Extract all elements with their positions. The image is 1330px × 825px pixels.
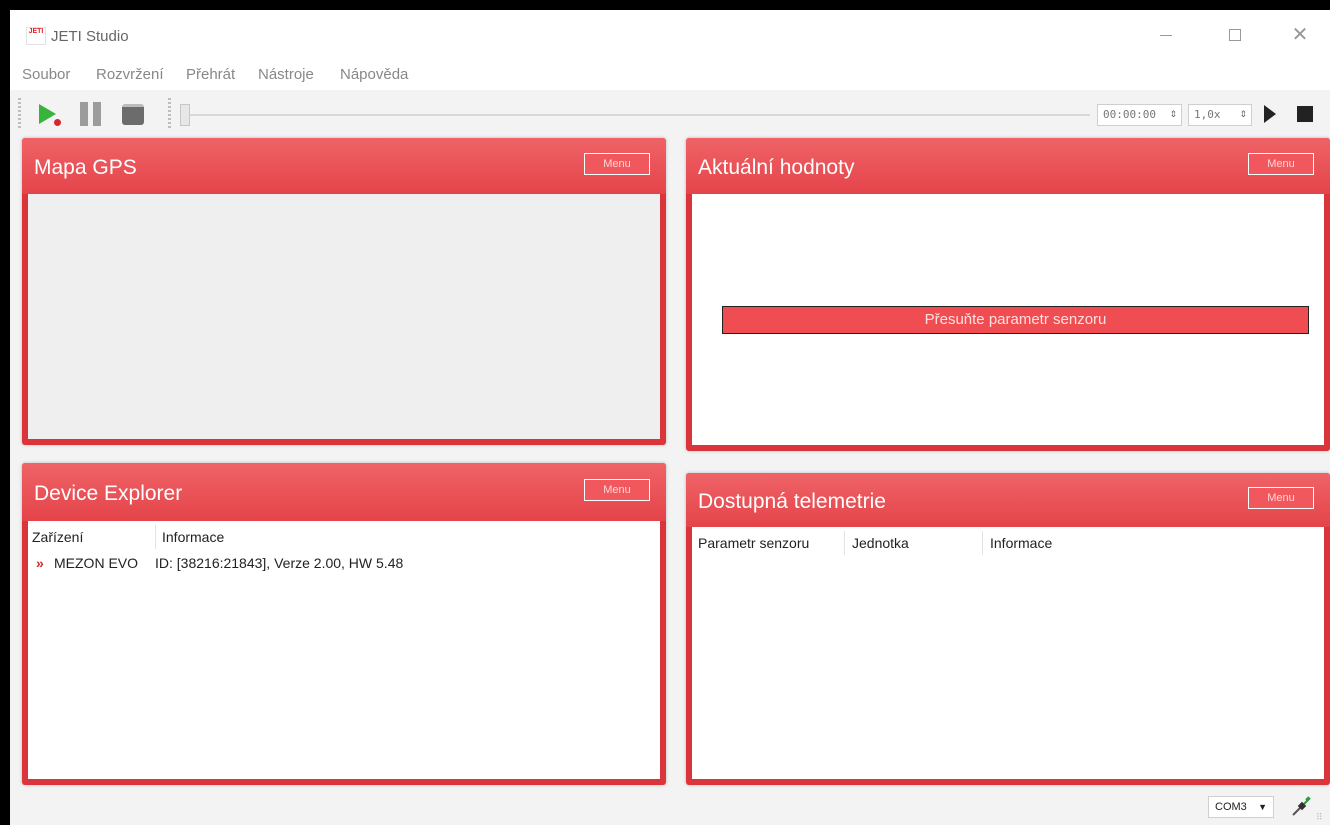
- device-table: Zařízení Informace » MEZON EVO ID: [3821…: [28, 521, 660, 779]
- values-area: Přesuňte parametr senzoru: [692, 194, 1324, 445]
- column-header-sensor-param[interactable]: Parametr senzoru: [698, 535, 809, 551]
- column-divider: [155, 525, 156, 549]
- menu-nastroje[interactable]: Nástroje: [258, 66, 314, 83]
- gps-map-panel: Mapa GPS Menu: [22, 138, 666, 445]
- record-dot-icon: [54, 119, 61, 126]
- timeline-track[interactable]: [190, 114, 1090, 116]
- pause-button[interactable]: [80, 102, 102, 126]
- time-spinbox[interactable]: 00:00:00 ⇕: [1097, 104, 1182, 126]
- column-divider: [844, 531, 845, 555]
- telemetry-menu-button[interactable]: Menu: [1248, 487, 1314, 509]
- resize-grip-icon[interactable]: ⠿: [1316, 812, 1323, 823]
- timeline-handle[interactable]: [180, 104, 190, 126]
- connect-plug-icon[interactable]: [1290, 794, 1314, 818]
- current-values-panel: Aktuální hodnoty Menu Přesuňte parametr …: [686, 138, 1330, 451]
- expand-chevron-icon[interactable]: »: [36, 555, 44, 571]
- spin-arrows-icon[interactable]: ⇕: [1239, 105, 1247, 125]
- maximize-icon: [1229, 29, 1241, 42]
- panel-header: Mapa GPS Menu: [22, 138, 666, 194]
- telemetry-panel: Dostupná telemetrie Menu Parametr senzor…: [686, 473, 1330, 785]
- pause-bar-icon: [93, 102, 101, 126]
- playback-toolbar: 00:00:00 ⇕ 1,0x ⇕: [10, 90, 1330, 136]
- com-port-select[interactable]: COM3 ▼: [1208, 796, 1274, 818]
- column-header-unit[interactable]: Jednotka: [852, 535, 909, 551]
- device-name: MEZON EVO: [54, 555, 139, 571]
- values-menu-button[interactable]: Menu: [1248, 153, 1314, 175]
- time-value: 00:00:00: [1103, 108, 1156, 121]
- panel-title: Device Explorer: [34, 482, 183, 505]
- menu-rozvrzeni[interactable]: Rozvržení: [96, 66, 164, 83]
- devices-menu-button[interactable]: Menu: [584, 479, 650, 501]
- pause-bar-icon: [80, 102, 88, 126]
- play-button[interactable]: [1264, 105, 1276, 123]
- telemetry-table: Parametr senzoru Jednotka Informace: [692, 527, 1324, 779]
- jeti-logo-icon: JETI: [26, 27, 46, 45]
- minimize-button[interactable]: [1146, 22, 1186, 48]
- column-header-info[interactable]: Informace: [990, 535, 1052, 551]
- column-header-device[interactable]: Zařízení: [32, 529, 83, 545]
- device-explorer-panel: Device Explorer Menu Zařízení Informace …: [22, 463, 666, 785]
- close-icon: ✕: [1291, 24, 1309, 46]
- toolbar-separator: [168, 98, 171, 130]
- gps-menu-button[interactable]: Menu: [584, 153, 650, 175]
- toolbar-grip: [18, 98, 21, 130]
- menu-prehrat[interactable]: Přehrát: [186, 66, 235, 83]
- speed-spinbox[interactable]: 1,0x ⇕: [1188, 104, 1252, 126]
- panel-title: Dostupná telemetrie: [698, 490, 886, 513]
- panel-header: Dostupná telemetrie Menu: [686, 473, 1330, 527]
- panel-header: Aktuální hodnoty Menu: [686, 138, 1330, 194]
- app-window: JETI JETI Studio ✕ Soubor Rozvržení Přeh…: [10, 10, 1330, 825]
- panel-header: Device Explorer Menu: [22, 463, 666, 521]
- play-record-button[interactable]: [34, 98, 68, 130]
- menu-napoveda[interactable]: Nápověda: [340, 66, 408, 83]
- menu-bar: Soubor Rozvržení Přehrát Nástroje Nápově…: [10, 60, 1330, 90]
- sensor-drop-target[interactable]: Přesuňte parametr senzoru: [722, 306, 1309, 334]
- com-port-value: COM3: [1215, 801, 1247, 813]
- close-button[interactable]: ✕: [1280, 22, 1320, 48]
- panel-title: Mapa GPS: [34, 156, 137, 179]
- spin-arrows-icon[interactable]: ⇕: [1169, 105, 1177, 125]
- maximize-button[interactable]: [1215, 22, 1255, 48]
- panel-title: Aktuální hodnoty: [698, 156, 855, 179]
- chevron-down-icon: ▼: [1258, 802, 1267, 812]
- gps-map-area[interactable]: [28, 194, 660, 439]
- minimize-icon: [1160, 34, 1172, 36]
- table-row[interactable]: » MEZON EVO ID: [38216:21843], Verze 2.0…: [28, 555, 660, 579]
- window-title: JETI Studio: [51, 28, 129, 45]
- title-bar: JETI JETI Studio ✕: [10, 10, 1330, 60]
- speed-value: 1,0x: [1194, 108, 1221, 121]
- stop-button[interactable]: [1297, 106, 1313, 122]
- device-info: ID: [38216:21843], Verze 2.00, HW 5.48: [155, 555, 404, 571]
- status-bar: COM3 ▼ ⠿: [10, 790, 1330, 825]
- column-divider: [982, 531, 983, 555]
- column-header-info[interactable]: Informace: [162, 529, 224, 545]
- recorder-button[interactable]: [122, 104, 144, 125]
- menu-soubor[interactable]: Soubor: [22, 66, 70, 83]
